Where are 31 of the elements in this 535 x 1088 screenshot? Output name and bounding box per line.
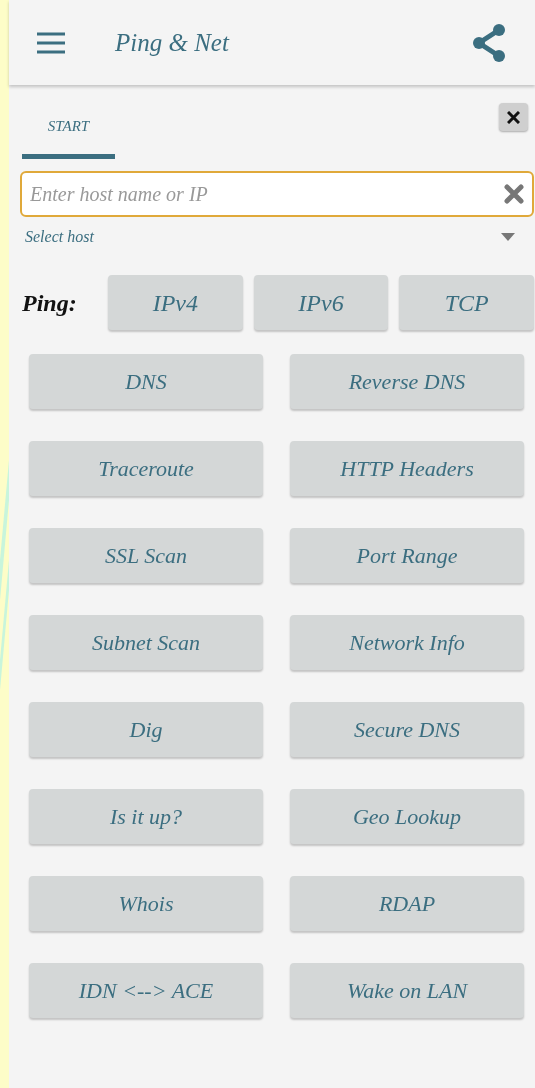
tool-button[interactable]: SSL Scan (29, 528, 263, 583)
tool-button[interactable]: DNS (29, 354, 263, 409)
tool-button[interactable]: RDAP (290, 876, 524, 931)
ping-button[interactable]: TCP (399, 275, 534, 330)
tool-button[interactable]: Subnet Scan (29, 615, 263, 670)
tool-button[interactable]: Reverse DNS (290, 354, 524, 409)
tool-button[interactable]: HTTP Headers (290, 441, 524, 496)
ping-button[interactable]: IPv4 (108, 275, 243, 330)
ping-label: Ping: (22, 288, 78, 318)
close-button[interactable] (499, 103, 528, 131)
tool-button[interactable]: Dig (29, 702, 263, 757)
host-input[interactable]: Enter host name or IP (20, 171, 534, 217)
select-label: Select host (25, 227, 94, 247)
tool-button[interactable]: Whois (29, 876, 263, 931)
tool-button[interactable]: Port Range (290, 528, 524, 583)
menu-icon[interactable] (37, 31, 65, 54)
tool-button[interactable]: Network Info (290, 615, 524, 670)
tab[interactable]: START (22, 103, 115, 159)
tool-button[interactable]: Traceroute (29, 441, 263, 496)
tool-button[interactable]: IDN <--> ACE (29, 963, 263, 1018)
close-icon (507, 110, 520, 124)
ping-button[interactable]: IPv6 (253, 275, 389, 330)
tool-button[interactable]: Secure DNS (290, 702, 524, 757)
app-title: Ping & Net (115, 27, 229, 58)
tool-button[interactable]: Geo Lookup (290, 789, 524, 844)
share-icon[interactable] (471, 22, 507, 63)
tool-button[interactable]: Wake on LAN (290, 963, 524, 1018)
clear-icon[interactable] (504, 184, 524, 204)
tool-button[interactable]: Is it up? (29, 789, 263, 844)
host-select[interactable]: Select host (25, 223, 515, 251)
dropdown-caret-icon (501, 233, 515, 241)
